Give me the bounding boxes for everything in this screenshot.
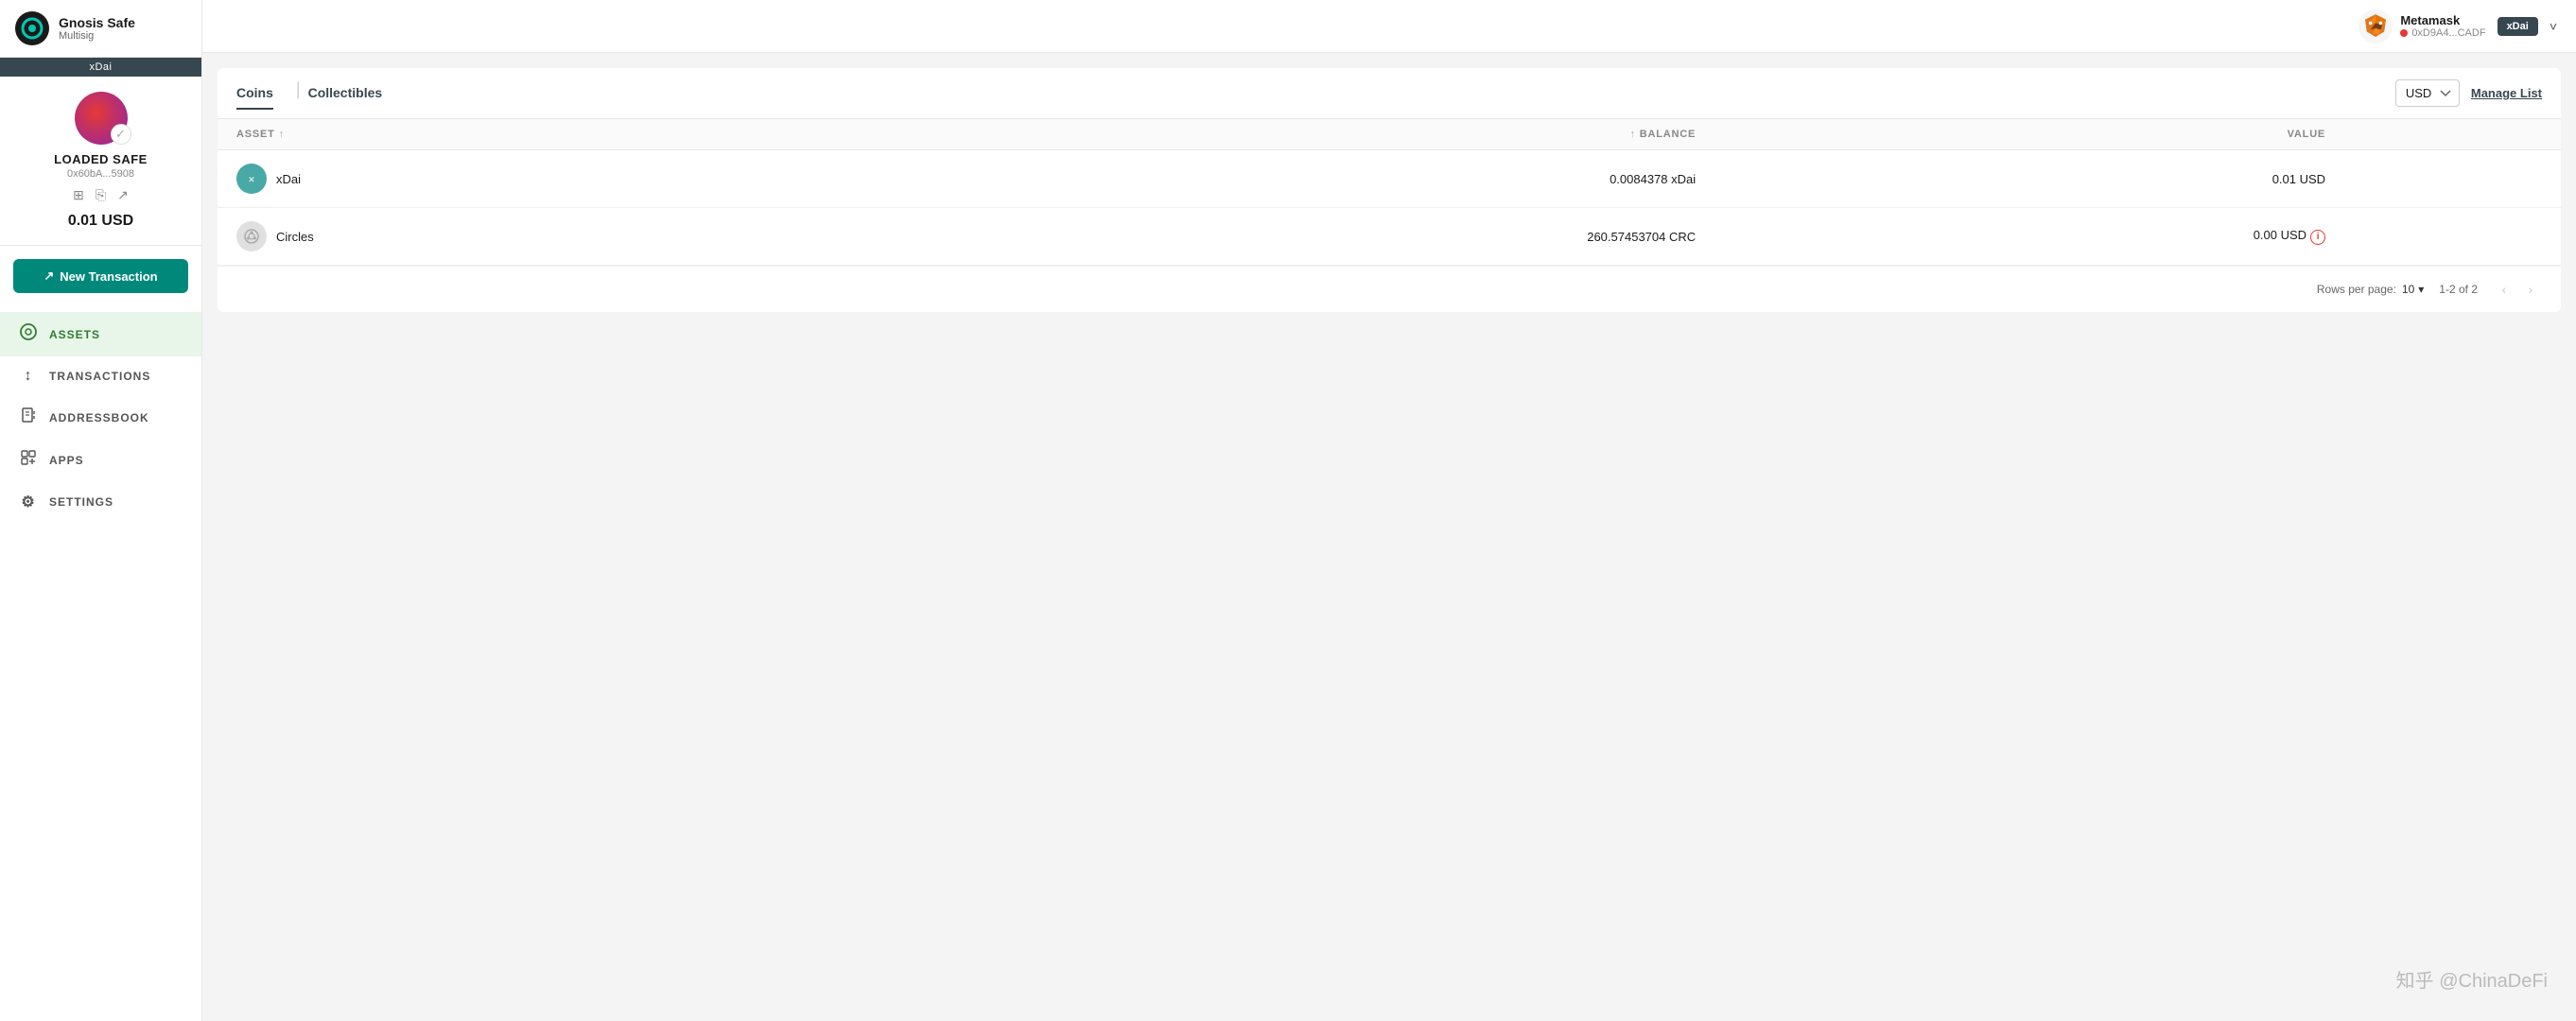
topbar: Metamask 0xD9A4...CADF xDai ˅ <box>202 0 2576 53</box>
sidebar: Gnosis Safe Multisig xDai ✓ LOADED SAFE … <box>0 0 202 1021</box>
balance-cell: 0.0084378 xDai <box>877 150 1715 208</box>
sidebar-item-apps[interactable]: APPS <box>0 439 201 481</box>
circles-icon <box>236 221 267 251</box>
network-badge[interactable]: xDai <box>2498 17 2538 36</box>
addressbook-icon <box>19 407 38 427</box>
copy-icon[interactable]: ⎘ <box>96 187 106 203</box>
currency-select[interactable]: USD EUR ETH <box>2395 79 2460 107</box>
safe-address: 0x60bA...5908 <box>67 168 134 180</box>
balance-sort-icon[interactable]: ↑ <box>1629 129 1635 140</box>
prev-page-button[interactable]: ‹ <box>2493 278 2515 301</box>
balance-cell: 260.57453704 CRC <box>877 208 1715 266</box>
page-nav: ‹ › <box>2493 278 2542 301</box>
apps-label: APPS <box>49 454 84 467</box>
balance-column-header: ↑ BALANCE <box>877 119 1715 150</box>
xdai-icon: ✕ <box>236 164 267 194</box>
pagination: Rows per page: 10 ▾ 1-2 of 2 ‹ › <box>218 266 2561 312</box>
asset-name-cell: ✕ xDai <box>218 150 877 208</box>
external-link-icon[interactable]: ↗ <box>117 187 129 203</box>
manage-list-link[interactable]: Manage List <box>2471 86 2542 100</box>
settings-icon: ⚙ <box>19 493 38 511</box>
safe-balance: 0.01 USD <box>68 213 133 230</box>
sidebar-item-settings[interactable]: ⚙ SETTINGS <box>0 481 201 523</box>
info-icon[interactable]: i <box>2310 230 2325 245</box>
safe-actions: ⊞ ⎘ ↗ <box>73 187 129 203</box>
safe-avatar-check[interactable]: ✓ <box>111 124 131 145</box>
safe-avatar-wrapper: ✓ <box>75 92 128 145</box>
table-row: ✕ xDai 0.0084378 xDai 0.01 USD <box>218 150 2561 208</box>
actions-column-header <box>2344 119 2561 150</box>
apps-icon <box>19 450 38 470</box>
transactions-icon: ↕ <box>19 368 38 385</box>
arrow-up-icon: ↗ <box>44 268 54 284</box>
nav-items: ASSETS ↕ TRANSACTIONS ADDRESSBOOK <box>0 312 201 1021</box>
table-toolbar: USD EUR ETH Manage List <box>2395 68 2542 118</box>
addressbook-label: ADDRESSBOOK <box>49 411 149 424</box>
asset-column-header: ASSET ↑ <box>218 119 877 150</box>
content-inner: Coins | Collectibles USD EUR ETH Manage … <box>218 68 2561 312</box>
new-transaction-label: New Transaction <box>60 269 157 284</box>
tabs: Coins | Collectibles <box>236 78 397 110</box>
per-page-chevron-icon: ▾ <box>2418 283 2424 296</box>
safe-network-label: xDai <box>0 58 201 77</box>
topbar-chevron-icon[interactable]: ˅ <box>2550 19 2557 34</box>
assets-label: ASSETS <box>49 328 100 341</box>
sidebar-brand: Gnosis Safe Multisig <box>59 15 135 42</box>
metamask-status-dot <box>2400 29 2408 37</box>
sidebar-item-transactions[interactable]: ↕ TRANSACTIONS <box>0 356 201 396</box>
new-transaction-button[interactable]: ↗ New Transaction <box>13 259 188 293</box>
metamask-name: Metamask <box>2400 13 2485 27</box>
value-column-header: VALUE <box>1714 119 2344 150</box>
rows-per-page-label: Rows per page: <box>2317 283 2396 296</box>
metamask-info: Metamask 0xD9A4...CADF <box>2358 9 2485 43</box>
per-page-select[interactable]: 10 ▾ <box>2402 283 2424 296</box>
main: Metamask 0xD9A4...CADF xDai ˅ Coins | Co… <box>202 0 2576 1021</box>
brand-sub: Multisig <box>59 30 135 42</box>
sidebar-item-assets[interactable]: ASSETS <box>0 312 201 356</box>
metamask-details: Metamask 0xD9A4...CADF <box>2400 13 2485 39</box>
settings-label: SETTINGS <box>49 495 113 509</box>
value-cell: 0.00 USDi <box>1714 208 2344 266</box>
tab-coins[interactable]: Coins <box>236 78 273 110</box>
assets-icon <box>19 323 38 345</box>
content: Coins | Collectibles USD EUR ETH Manage … <box>202 53 2576 1021</box>
svg-text:✕: ✕ <box>248 175 255 184</box>
next-page-button[interactable]: › <box>2519 278 2542 301</box>
row-actions-cell <box>2344 150 2561 208</box>
metamask-address: 0xD9A4...CADF <box>2400 27 2485 39</box>
sidebar-item-addressbook[interactable]: ADDRESSBOOK <box>0 396 201 439</box>
brand-name: Gnosis Safe <box>59 15 135 30</box>
tab-collectibles[interactable]: Collectibles <box>308 78 383 110</box>
qr-code-icon[interactable]: ⊞ <box>73 187 84 203</box>
asset-table: ASSET ↑ ↑ BALANCE VALUE <box>218 119 2561 266</box>
rows-per-page: Rows per page: 10 ▾ <box>2317 283 2424 296</box>
gnosis-logo <box>15 11 49 45</box>
asset-name: xDai <box>276 172 301 186</box>
safe-name: LOADED SAFE <box>54 152 148 166</box>
safe-info: ✓ LOADED SAFE 0x60bA...5908 ⊞ ⎘ ↗ 0.01 U… <box>0 77 201 246</box>
value-cell: 0.01 USD <box>1714 150 2344 208</box>
row-actions-cell <box>2344 208 2561 266</box>
sidebar-header: Gnosis Safe Multisig <box>0 0 201 58</box>
metamask-avatar-icon <box>2358 9 2393 43</box>
asset-sort-icon[interactable]: ↑ <box>279 129 285 140</box>
asset-name: Circles <box>276 230 314 244</box>
page-info: 1-2 of 2 <box>2439 283 2478 296</box>
asset-name-cell: Circles <box>218 208 877 266</box>
table-row: Circles 260.57453704 CRC 0.00 USDi <box>218 208 2561 266</box>
transactions-label: TRANSACTIONS <box>49 370 150 383</box>
